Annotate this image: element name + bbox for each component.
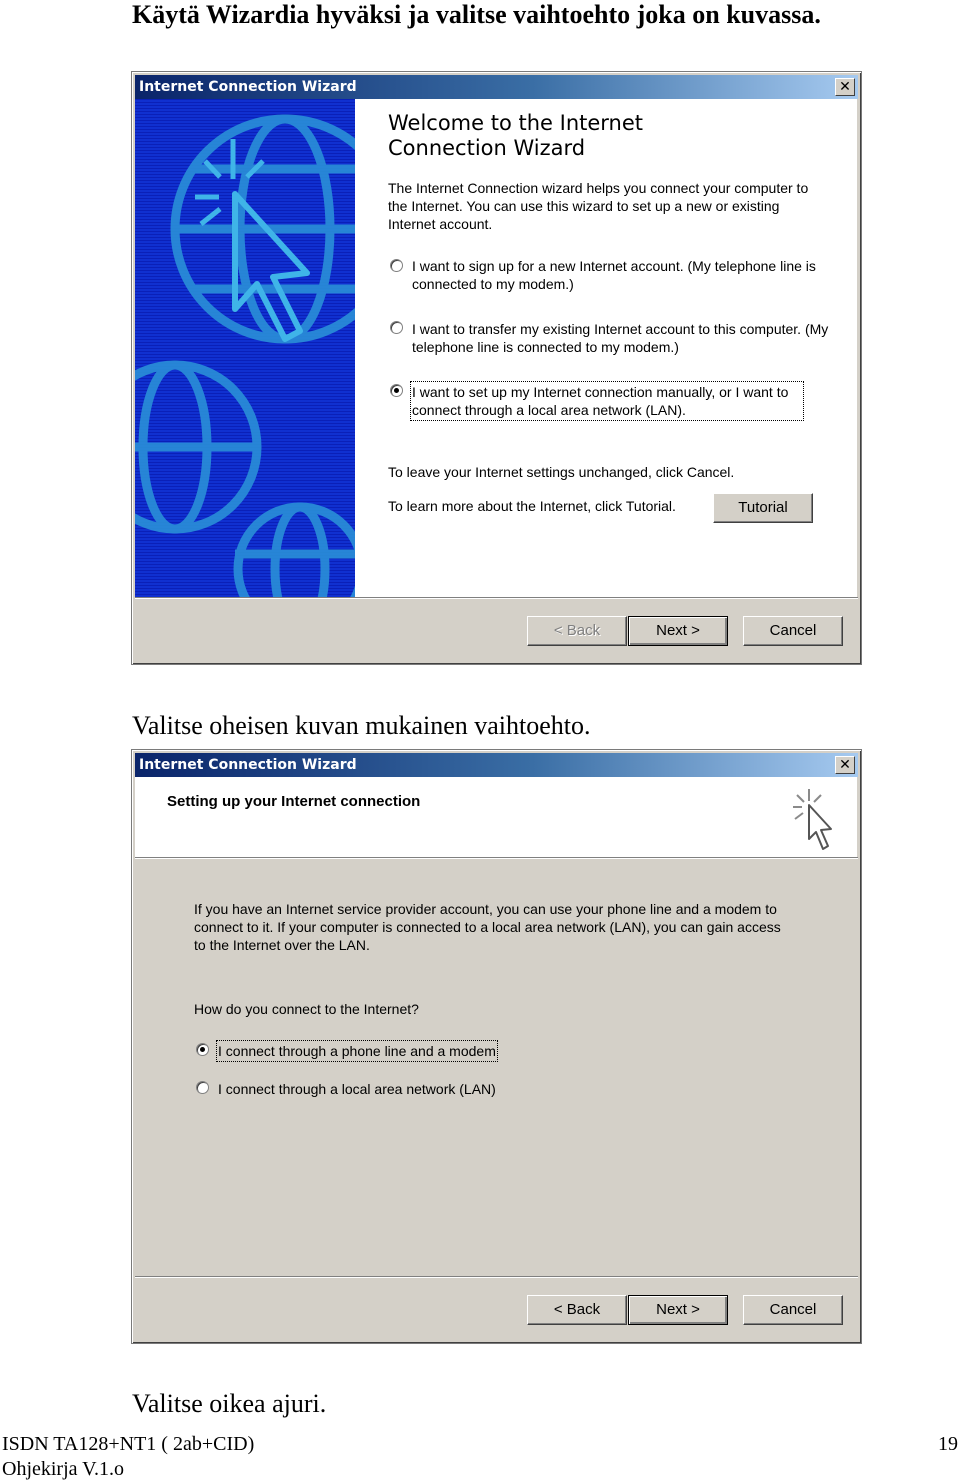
wizard-banner bbox=[135, 99, 355, 597]
option-lan-label[interactable]: I connect through a local area network (… bbox=[218, 1080, 496, 1098]
tutorial-button[interactable]: Tutorial bbox=[713, 493, 813, 523]
tutorial-hint-text: To learn more about the Internet, click … bbox=[388, 498, 676, 514]
welcome-pane: Welcome to the Internet Connection Wizar… bbox=[355, 99, 857, 597]
radio-signup[interactable] bbox=[390, 259, 403, 272]
next-button[interactable]: Next > bbox=[628, 616, 728, 646]
window-title: Internet Connection Wizard bbox=[139, 757, 357, 773]
header-separator bbox=[135, 857, 858, 859]
cancel-button[interactable]: Cancel bbox=[743, 616, 843, 646]
title-bar: Internet Connection Wizard ✕ bbox=[135, 753, 858, 777]
globe-cursor-banner-icon bbox=[135, 114, 355, 597]
connect-question-text: How do you connect to the Internet? bbox=[194, 1001, 419, 1017]
radio-manual[interactable] bbox=[390, 384, 403, 397]
close-button[interactable]: ✕ bbox=[835, 756, 855, 774]
welcome-title-line2: Connection Wizard bbox=[388, 136, 586, 160]
footer-manual-version: Ohjekirja V.1.o bbox=[2, 1458, 125, 1480]
back-button[interactable]: < Back bbox=[527, 616, 627, 646]
page-header-title: Setting up your Internet connection bbox=[167, 793, 421, 810]
radio-phone-modem[interactable] bbox=[196, 1043, 209, 1056]
dialog-separator bbox=[135, 1276, 858, 1278]
option-phone-modem-label[interactable]: I connect through a phone line and a mod… bbox=[216, 1040, 498, 1062]
window-title: Internet Connection Wizard bbox=[139, 79, 357, 95]
dialog-separator bbox=[135, 597, 858, 599]
next-button[interactable]: Next > bbox=[628, 1295, 728, 1325]
option-manual-label[interactable]: I want to set up my Internet connection … bbox=[410, 381, 804, 421]
doc-heading-2: Valitse oheisen kuvan mukainen vaihtoeht… bbox=[132, 711, 591, 740]
page-number: 19 bbox=[938, 1433, 958, 1455]
header-pane: Setting up your Internet connection bbox=[135, 777, 857, 857]
footer-product: ISDN TA128+NT1 ( 2ab+CID) bbox=[2, 1433, 255, 1455]
option-transfer-label[interactable]: I want to transfer my existing Internet … bbox=[412, 320, 832, 356]
cancel-button[interactable]: Cancel bbox=[743, 1295, 843, 1325]
cancel-hint-text: To leave your Internet settings unchange… bbox=[388, 464, 735, 480]
cursor-sparkle-icon bbox=[793, 789, 832, 850]
close-icon: ✕ bbox=[839, 757, 851, 773]
close-icon: ✕ bbox=[839, 79, 851, 95]
welcome-intro-text: The Internet Connection wizard helps you… bbox=[388, 180, 809, 232]
setup-intro-text: If you have an Internet service provider… bbox=[194, 901, 781, 953]
welcome-title-line1: Welcome to the Internet bbox=[388, 111, 644, 135]
doc-heading-3: Valitse oikea ajuri. bbox=[132, 1389, 327, 1418]
option-signup-label[interactable]: I want to sign up for a new Internet acc… bbox=[412, 257, 832, 293]
title-bar: Internet Connection Wizard ✕ bbox=[135, 75, 858, 99]
wizard-setup-dialog: Internet Connection Wizard ✕ Setting up … bbox=[131, 749, 862, 1344]
radio-transfer[interactable] bbox=[390, 321, 403, 334]
back-button[interactable]: < Back bbox=[527, 1295, 627, 1325]
radio-lan[interactable] bbox=[196, 1081, 209, 1094]
wizard-welcome-dialog: Internet Connection Wizard ✕ Welcome to … bbox=[131, 71, 862, 665]
doc-heading-1: Käytä Wizardia hyväksi ja valitse vaihto… bbox=[132, 0, 821, 29]
close-button[interactable]: ✕ bbox=[835, 78, 855, 96]
